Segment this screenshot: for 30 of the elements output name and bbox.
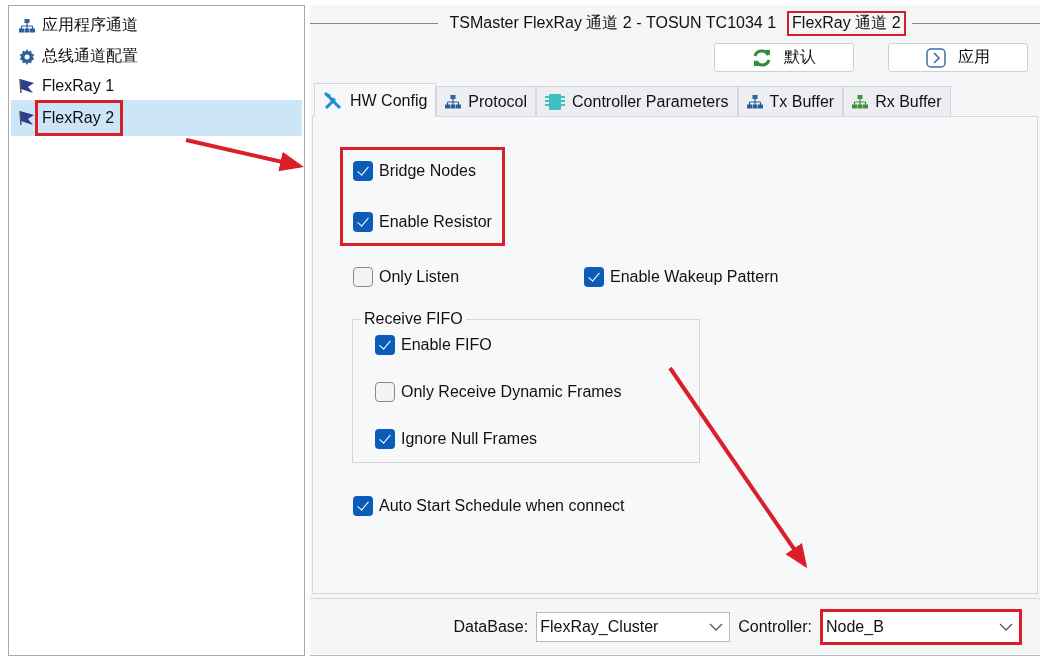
controller-dropdown[interactable]: Node_B (820, 609, 1022, 645)
checkbox-label[interactable]: Ignore Null Frames (375, 426, 699, 452)
highlighted-tree-label: FlexRay 2 (35, 100, 124, 136)
apply-button[interactable]: 应用 (888, 43, 1028, 72)
checkbox-label[interactable]: Enable Wakeup Pattern (584, 264, 779, 290)
highlighted-title-text: FlexRay 通道 2 (787, 10, 906, 36)
tree-item[interactable]: FlexRay 2 (11, 100, 302, 136)
checkbox-label[interactable]: Only Receive Dynamic Frames (375, 379, 699, 405)
tab[interactable]: Controller Parameters (536, 86, 738, 117)
tree-label: 总线通道配置 (41, 46, 139, 66)
checkbox-label[interactable]: Only Listen (353, 264, 584, 290)
tab[interactable]: HW Config (314, 83, 437, 117)
database-dropdown[interactable]: FlexRay_Cluster (536, 612, 731, 642)
tree-label: 应用程序通道 (41, 15, 139, 35)
tree-item[interactable]: 应用程序通道 (11, 10, 302, 41)
tree-item[interactable]: FlexRay 1 (11, 72, 302, 100)
checkbox-label[interactable]: Bridge Nodes (353, 158, 492, 184)
tree-item[interactable]: 总线通道配置 (11, 41, 302, 72)
field-label: Controller: (738, 618, 812, 636)
tree-label: FlexRay 1 (41, 76, 116, 96)
checkbox-label[interactable]: Auto Start Schedule when connect (353, 493, 1037, 519)
field-label: DataBase: (453, 618, 529, 636)
checkbox-label[interactable]: Enable FIFO (375, 332, 699, 358)
default-button[interactable]: 默认 (714, 43, 854, 72)
tab[interactable]: Rx Buffer (843, 86, 951, 117)
checkbox-label[interactable]: Enable Resistor (353, 209, 492, 235)
tab[interactable]: Tx Buffer (737, 86, 844, 117)
window-title: TSMaster FlexRay 通道 2 - TOSUN TC1034 1 (448, 12, 778, 33)
group-title: Receive FIFO (363, 310, 464, 328)
tab[interactable]: Protocol (436, 86, 537, 117)
